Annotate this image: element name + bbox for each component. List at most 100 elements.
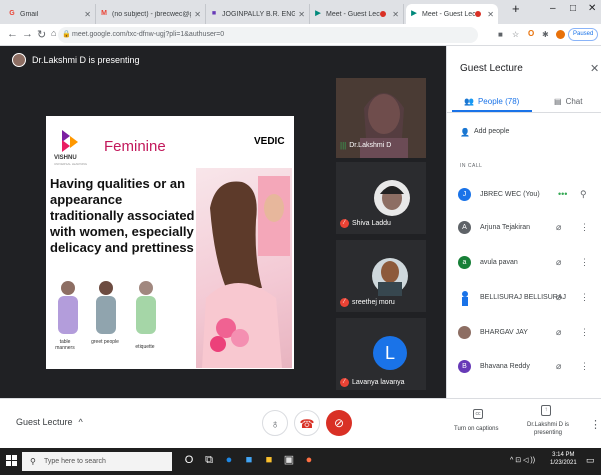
participant-name: ⁄ Shiva Laddu [340,219,391,228]
clock-date: 1/23/2021 [550,460,577,466]
tab-gmail[interactable]: G Gmail ✕ [4,4,96,24]
new-tab-button[interactable]: + [512,1,520,16]
add-people-button[interactable]: 👤 Add people [460,128,509,137]
more-icon[interactable]: ⋮ [580,292,589,303]
avatar [460,290,470,306]
avatar: A [458,221,471,234]
presenting-button-label[interactable]: Dr.Lakshmi D is presenting [524,421,572,437]
speaking-icon: ||| [340,141,347,150]
slide-body-text: Having qualities or an appearance tradit… [50,176,195,255]
url-field[interactable]: 🔒 meet.google.com/txc-dfnw-ugj?pli=1&aut… [58,27,478,43]
list-item[interactable]: BHARGAV JAY ⌀ ⋮ [446,322,601,346]
participant-name: Arjuna Tejakiran [480,224,531,231]
file-explorer-icon[interactable]: ■ [262,453,276,467]
tab-people[interactable]: 👥 People (78) [464,97,519,106]
taskbar-search-input[interactable]: ⚲ Type here to search [22,452,172,471]
gmail-icon: G [9,10,15,17]
participant-name: ||| Dr.Lakshmi D [340,141,391,150]
windows-start-icon[interactable] [6,455,17,466]
more-icon[interactable]: ⋮ [580,257,589,268]
figure-label: etiquette [135,344,155,350]
avatar: J [458,188,471,201]
avatar: L [373,336,407,370]
close-window-button[interactable]: ✕ [588,3,596,14]
tab-label: Meet - Guest Lecture [422,10,476,18]
more-icon[interactable]: ⋮ [580,327,589,338]
lock-icon: 🔒 [62,31,71,38]
pin-icon[interactable]: ⚲ [580,189,587,200]
mail-app-icon[interactable]: ▣ [282,453,296,467]
reload-icon[interactable]: ↻ [37,28,46,41]
meet-icon: ▶ [411,10,417,17]
participant-name: Bhavana Reddy [480,363,530,370]
notifications-icon[interactable]: ▭ [586,455,595,466]
maximize-button[interactable]: □ [570,3,576,14]
close-icon[interactable]: ✕ [298,10,305,19]
minimize-button[interactable]: – [550,3,556,14]
mic-off-icon: ⁄ [340,298,349,307]
close-icon[interactable]: ✕ [590,62,599,75]
captions-icon[interactable]: cc [473,409,483,419]
task-view-icon[interactable]: ⧉ [202,453,216,467]
participant-name: ⁄ sreethej moru [340,298,395,307]
mic-off-icon: ⌀ [556,292,562,302]
close-icon[interactable]: ✕ [392,10,399,19]
more-icon[interactable]: ⋮ [580,222,589,233]
captions-button-label[interactable]: Turn on captions [454,426,498,432]
back-icon[interactable]: ← [7,28,18,40]
close-icon[interactable]: ✕ [84,10,91,19]
list-item[interactable]: B Bhavana Reddy ⌀ ⋮ [446,356,601,380]
more-icon[interactable]: ⋮ [580,361,589,372]
clock[interactable]: 3:14 PM 1/23/2021 [550,451,577,467]
vishnu-logo-icon [62,130,78,152]
clock-time: 3:14 PM [552,452,575,458]
slide-vedic-logo: VEDIC [254,136,285,147]
participant-name: BELLISURAJ BELLISURAJ [480,294,566,301]
tab-college[interactable]: ■ JOGINPALLY B.R. ENGINEERING ✕ [206,4,310,24]
leave-call-button[interactable]: ☎ [294,410,320,436]
system-tray-icons[interactable]: ^ ⊡ ◁ )) [510,456,535,464]
recording-icon [380,11,387,17]
participant-label: sreethej moru [352,299,395,306]
participant-name: JBREC WEC (You) [480,191,540,198]
list-item[interactable]: a avula pavan ⌀ ⋮ [446,252,601,276]
camera-icon[interactable]: ■ [498,30,503,39]
close-icon[interactable]: ✕ [194,10,201,19]
divider [446,112,601,113]
profile-avatar[interactable] [556,30,565,39]
add-people-label: Add people [473,128,510,135]
extension-icon[interactable]: O [528,29,534,38]
add-person-icon: 👤 [460,128,470,137]
tab-chat[interactable]: ▤ Chat [554,97,582,106]
store-icon[interactable]: ■ [242,453,256,467]
paused-badge[interactable]: Paused [568,28,599,41]
tab-gmail-message[interactable]: M (no subject) - jbrecwec@gmail ✕ [96,4,206,24]
tab-label: JOGINPALLY B.R. ENGINEERING [222,10,295,18]
close-icon[interactable]: ✕ [487,10,494,19]
meeting-details-button[interactable]: Guest Lecture ^ [16,417,83,427]
search-placeholder: Type here to search [44,458,106,465]
list-item[interactable]: A Arjuna Tejakiran ⌀ ⋮ [446,217,601,241]
mic-button[interactable]: ♁ [262,410,288,436]
tab-meet-active[interactable]: ▶ Meet - Guest Lecture ✕ [406,4,498,24]
list-item[interactable]: J JBREC WEC (You) ••• ⚲ [446,184,601,208]
mic-off-icon: ⌀ [556,327,562,337]
forward-icon[interactable]: → [22,28,33,40]
cortana-icon[interactable]: O [182,453,196,467]
firefox-icon[interactable]: ● [302,453,316,467]
list-item[interactable]: BELLISURAJ BELLISURAJ ⌀ ⋮ [446,287,601,311]
avatar [12,53,26,67]
edge-icon[interactable]: ● [222,453,236,467]
participant-label: Lavanya lavanya [352,379,405,386]
star-icon[interactable]: ☆ [512,30,519,39]
tab-label: (no subject) - jbrecwec@gmail [112,10,191,18]
camera-button[interactable]: ⊘ [326,410,352,436]
section-header: IN CALL [460,163,483,169]
slide-title: Feminine [104,138,166,155]
more-options-icon[interactable]: ⋮ [590,418,601,431]
home-icon[interactable]: ⌂ [51,28,56,38]
figure-label: table manners [55,339,75,351]
present-icon[interactable]: ↑ [541,405,551,416]
puzzle-icon[interactable]: ✱ [542,30,549,39]
tab-meet-1[interactable]: ▶ Meet - Guest Lecture ✕ [310,4,404,24]
